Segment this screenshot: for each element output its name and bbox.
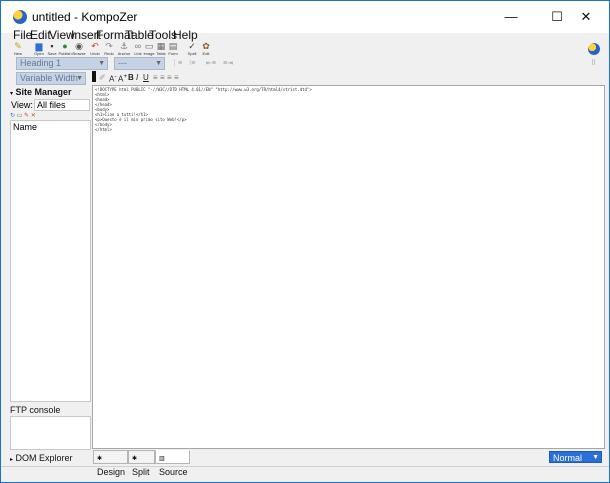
site-manager-sidebar: ▾ Site Manager View: All files ↻ ▭ ✎ ✕ N… xyxy=(10,85,91,466)
publish-button[interactable]: ● Publish xyxy=(58,41,72,57)
delete-site-icon[interactable]: ✕ xyxy=(31,113,36,119)
underline-icon[interactable]: U xyxy=(143,73,149,82)
view-mode-select[interactable]: Normal ▼ xyxy=(549,451,602,463)
new-site-icon[interactable]: ▭ xyxy=(17,113,23,119)
split-icon: ✱ xyxy=(132,456,138,462)
larger-font-icon[interactable]: A+ xyxy=(118,73,127,84)
chevron-down-icon: ▼ xyxy=(76,75,83,82)
new-button[interactable]: ✎ New xyxy=(11,41,25,57)
design-icon: ✱ xyxy=(97,456,103,462)
align-left-icon[interactable]: ≡ xyxy=(153,73,158,82)
open-folder-icon: ▆ xyxy=(35,41,43,51)
edit-icon: ✿ xyxy=(202,41,210,51)
numbered-list-icon[interactable]: ⋮≡ xyxy=(171,59,182,67)
source-text[interactable]: <!DOCTYPE html PUBLIC "-//W3C//DTD HTML … xyxy=(93,86,604,133)
format-toolbar: Heading 1 ▼ --- ▼ ⋮≡ ⁝≡ ⇤≡ ≡⇥ ⠿ Variable… xyxy=(1,57,609,85)
browse-button[interactable]: ◉ Browse xyxy=(72,41,86,57)
menu-edit[interactable]: Edit xyxy=(30,28,51,42)
chevron-right-icon: ▸ xyxy=(10,457,14,463)
undo-icon: ↶ xyxy=(91,41,99,51)
menu-bar: File Edit View Insert Format Table Tools… xyxy=(1,28,609,42)
ftp-console-output xyxy=(10,416,91,450)
paragraph-style-select[interactable]: Heading 1 ▼ xyxy=(16,57,108,70)
form-icon: ▤ xyxy=(168,41,178,51)
tab-source[interactable]: ▥ Source xyxy=(155,450,190,477)
redo-icon: ↷ xyxy=(105,41,113,51)
save-icon: ▪ xyxy=(50,41,54,51)
view-label: View: xyxy=(11,100,33,110)
grip-icon: ⠿ xyxy=(591,60,597,67)
app-window: untitled - KompoZer — ☐ ✕ File Edit View… xyxy=(0,0,610,483)
italic-icon[interactable]: I xyxy=(136,73,138,82)
menu-help[interactable]: Help xyxy=(173,28,198,42)
bold-icon[interactable]: B xyxy=(128,73,134,82)
name-column-header[interactable]: Name xyxy=(11,121,90,133)
spell-icon: ✓ xyxy=(188,41,196,51)
new-page-icon: ✎ xyxy=(14,41,22,51)
tab-split[interactable]: ✱ Split xyxy=(128,450,155,477)
source-line: </html> xyxy=(95,127,112,132)
redo-button[interactable]: ↷ Redo xyxy=(102,41,116,57)
view-filter-value: All files xyxy=(37,100,66,110)
view-filter-select[interactable]: All files xyxy=(34,99,90,111)
chevron-down-icon: ▼ xyxy=(155,60,162,67)
browse-icon: ◉ xyxy=(75,41,83,51)
save-button[interactable]: ▪ Save xyxy=(45,41,59,57)
tab-design[interactable]: ✱ Design xyxy=(93,450,128,477)
align-center-icon[interactable]: ≡ xyxy=(160,73,165,82)
window-title: untitled - KompoZer xyxy=(32,10,138,24)
undo-button[interactable]: ↶ Undo xyxy=(88,41,102,57)
ftp-console-title: FTP console xyxy=(10,405,61,415)
width-select[interactable]: Variable Width ▼ xyxy=(16,72,86,85)
anchor-button[interactable]: ⚓ Anchor xyxy=(117,41,131,57)
highlight-icon[interactable]: ✐ xyxy=(99,73,106,82)
font-select[interactable]: --- ▼ xyxy=(114,57,165,70)
open-button[interactable]: ▆ Open xyxy=(32,41,46,57)
dom-explorer-header[interactable]: ▸ DOM Explorer xyxy=(10,453,91,465)
source-editor[interactable]: <!DOCTYPE html PUBLIC "-//W3C//DTD HTML … xyxy=(92,85,605,449)
outdent-icon[interactable]: ⇤≡ xyxy=(206,59,216,67)
site-tree[interactable]: Name xyxy=(10,120,91,402)
chevron-down-icon: ▼ xyxy=(98,60,105,67)
dom-explorer-title: DOM Explorer xyxy=(15,453,73,463)
main-toolbar: ✎ New ▆ Open ▪ Save ● Publish ◉ Browse ↶ Undo … xyxy=(1,41,609,57)
publish-icon: ● xyxy=(62,41,68,51)
kompozer-app-icon xyxy=(13,10,27,24)
form-button[interactable]: ▤ Form xyxy=(166,41,180,57)
paragraph-style-value: Heading 1 xyxy=(20,58,62,68)
smaller-font-icon[interactable]: A- xyxy=(109,73,117,84)
align-justify-icon[interactable]: ≡ xyxy=(174,73,179,82)
site-manager-toolbar: ↻ ▭ ✎ ✕ xyxy=(10,112,91,120)
align-right-icon[interactable]: ≡ xyxy=(167,73,172,82)
site-manager-header[interactable]: ▾ Site Manager xyxy=(10,87,91,99)
status-bar xyxy=(1,466,609,482)
edit-mode-tabs: ✱ Design ✱ Split ▥ Source xyxy=(92,450,605,477)
chevron-down-icon: ▾ xyxy=(10,91,14,97)
width-value: Variable Width xyxy=(20,73,78,83)
text-color-swatch[interactable] xyxy=(92,71,96,82)
bulleted-list-icon[interactable]: ⁝≡ xyxy=(189,59,195,67)
spell-button[interactable]: ✓ Spell xyxy=(185,41,199,57)
edit-site-icon[interactable]: ✎ xyxy=(24,113,29,119)
chevron-down-icon: ▼ xyxy=(592,454,599,461)
source-icon: ▥ xyxy=(159,456,165,462)
kompozer-throbber-icon xyxy=(588,43,600,55)
site-manager-title: Site Manager xyxy=(15,87,72,97)
anchor-icon: ⚓ xyxy=(119,41,129,51)
refresh-icon[interactable]: ↻ xyxy=(10,113,15,119)
edit-button[interactable]: ✿ Edit xyxy=(199,41,213,57)
font-value: --- xyxy=(118,58,127,68)
indent-icon[interactable]: ≡⇥ xyxy=(223,59,233,67)
view-mode-value: Normal xyxy=(553,453,583,463)
